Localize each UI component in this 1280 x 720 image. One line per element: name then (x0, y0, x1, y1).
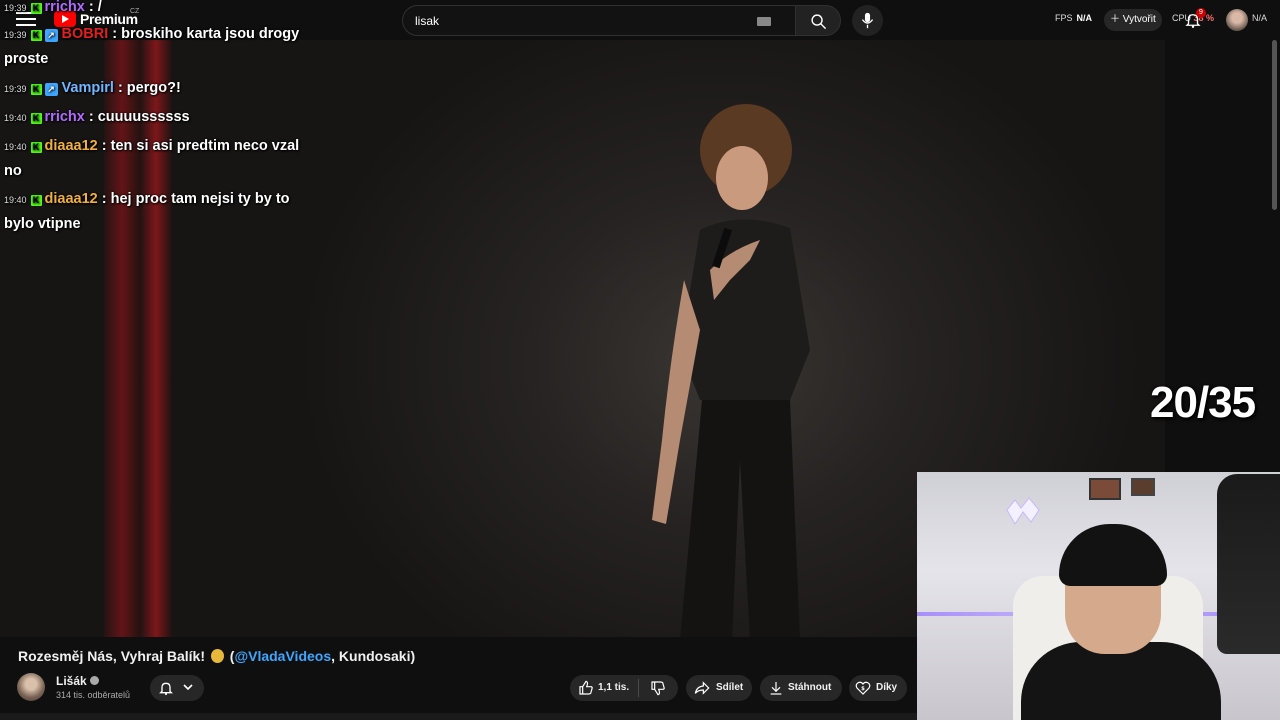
download-button[interactable]: Stáhnout (760, 675, 842, 701)
chat-message: 19:39 Krrichx : / (4, 0, 314, 20)
like-count[interactable]: 1,1 tis. (598, 682, 629, 693)
chat-message: 19:40 Krrichx : cuuuussssss (4, 105, 314, 130)
chat-timestamp: 19:39 (4, 30, 27, 40)
chat-timestamp: 19:40 (4, 113, 27, 123)
kick-badge-icon: K (30, 142, 42, 153)
hanging-jacket (1217, 474, 1280, 654)
kick-badge-icon: K (30, 30, 42, 41)
chat-username: rrichx (44, 109, 85, 125)
kick-badge-icon: K (30, 113, 42, 124)
chat-text: : pergo?! (113, 80, 181, 96)
booster-badge-icon: ↗ (44, 83, 58, 96)
description-box-edge (0, 713, 917, 720)
create-label: Vytvořit (1122, 14, 1156, 25)
chat-username: diaaa12 (44, 191, 98, 207)
chat-message: 19:40 Kdiaaa12 : ten si asi predtim neco … (4, 134, 314, 183)
chat-username: BOBRI (61, 26, 109, 42)
chat-username: diaaa12 (44, 138, 98, 154)
chat-username: Vampirl (61, 80, 114, 96)
kick-badge-icon: K (30, 195, 42, 206)
chevron-down-icon (183, 684, 193, 691)
latency-overlay: N/A (1252, 13, 1268, 23)
share-icon (694, 681, 710, 695)
booster-badge-icon: ↗ (44, 29, 58, 42)
search-value: lisak (415, 14, 440, 28)
chat-text: : / (84, 0, 102, 15)
fps-label: FPS (1055, 13, 1073, 23)
kick-badge-icon: K (30, 84, 42, 95)
search-icon (811, 14, 827, 30)
chat-message: 19:39 K ↗ BOBRI : broskiho karta jsou drogy… (4, 22, 314, 71)
notification-count-badge: 9 (1196, 8, 1206, 18)
wall-picture (1089, 478, 1121, 500)
search-button[interactable] (795, 5, 841, 36)
svg-text:$: $ (861, 686, 865, 692)
wall-picture (1131, 478, 1155, 496)
subscriber-count: 314 tis. odběratelů (56, 690, 131, 700)
channel-name[interactable]: Lišák (56, 674, 99, 688)
kick-badge-icon: K (30, 3, 42, 14)
chat-username: rrichx (44, 0, 85, 15)
video-performer-figure (652, 104, 810, 637)
super-thanks-icon: $ (855, 681, 871, 695)
thanks-button[interactable]: $ Díky (849, 675, 907, 701)
microphone-icon (861, 12, 874, 29)
chat-timestamp: 19:40 (4, 142, 27, 152)
verified-icon (89, 676, 99, 685)
chat-message: 19:39 K ↗ Vampirl : pergo?! (4, 76, 314, 101)
screen: Premium CZ lisak FPS N/A ＋ Vytvořit CPU … (0, 0, 1280, 720)
collab-channel-link[interactable]: @VladaVideos (234, 648, 331, 664)
bell-icon (159, 682, 173, 696)
fps-overlay: FPS N/A (1055, 13, 1092, 23)
share-button[interactable]: Sdílet (686, 675, 752, 701)
download-icon (770, 682, 782, 695)
video-title-text: Rozesměj Nás, Vyhraj Balík! (18, 648, 209, 664)
channel-name-text: Lišák (56, 674, 87, 688)
subscription-notifications-button[interactable] (150, 675, 204, 701)
video-title: Rozesměj Nás, Vyhraj Balík! (@VladaVideo… (18, 648, 415, 664)
thumbs-up-icon[interactable] (578, 680, 594, 696)
account-avatar[interactable] (1226, 9, 1248, 31)
keyboard-icon[interactable] (757, 17, 771, 26)
create-button[interactable]: ＋ Vytvořit (1104, 9, 1162, 31)
video-title-rest: , Kundosaki) (331, 648, 416, 664)
thumbs-down-icon[interactable] (650, 680, 666, 696)
chat-message: 19:40 Kdiaaa12 : hej proc tam nejsi ty by… (4, 187, 314, 236)
like-divider (638, 679, 639, 697)
chat-timestamp: 19:40 (4, 195, 27, 205)
stream-counter: 20/35 (1150, 378, 1256, 427)
video-info-panel: Rozesměj Nás, Vyhraj Balík! (@VladaVideo… (0, 637, 917, 720)
voice-search-button[interactable] (852, 5, 883, 36)
streamer-hair (1059, 524, 1167, 586)
money-bag-icon (210, 649, 224, 663)
thanks-label: Díky (876, 682, 898, 693)
chat-timestamp: 19:39 (4, 84, 27, 94)
streamer-webcam (917, 472, 1280, 720)
scrollbar[interactable] (1272, 40, 1277, 210)
fps-value: N/A (1076, 13, 1093, 23)
chat-text: : cuuuussssss (84, 109, 190, 125)
download-label: Stáhnout (788, 682, 832, 693)
channel-avatar[interactable] (17, 673, 45, 701)
share-label: Sdílet (716, 682, 744, 693)
like-dislike-group: 1,1 tis. (570, 675, 678, 701)
search-input[interactable]: lisak (402, 5, 795, 36)
chat-timestamp: 19:39 (4, 3, 27, 13)
neon-lamp (1006, 497, 1040, 525)
